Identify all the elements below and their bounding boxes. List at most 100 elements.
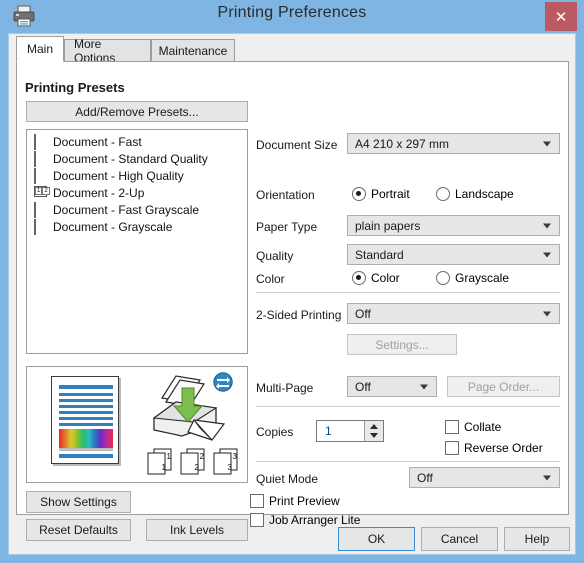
svg-text:2: 2 (200, 452, 205, 461)
divider (256, 406, 560, 407)
color-radio-grayscale[interactable]: Grayscale (436, 271, 509, 285)
document-fast-icon (34, 133, 47, 150)
orientation-radio-landscape[interactable]: Landscape (436, 187, 514, 201)
paper-type-value: plain papers (355, 218, 421, 233)
quiet-mode-label: Quiet Mode (256, 472, 319, 486)
quality-label: Quality (256, 249, 294, 263)
print-preview-box: 1 1 2 2 3 3 (26, 366, 248, 483)
orientation-landscape-label: Landscape (455, 187, 514, 201)
chevron-down-icon (543, 475, 551, 480)
ok-button[interactable]: OK (338, 527, 415, 551)
page-order-button[interactable]: Page Order... (447, 376, 560, 397)
paper-type-label: Paper Type (256, 220, 318, 234)
quiet-mode-select[interactable]: Off (409, 467, 560, 488)
radio-grayscale-icon (436, 271, 450, 285)
collate-label: Collate (464, 420, 502, 434)
list-item[interactable]: Document - High Quality (27, 167, 247, 184)
copies-spin-buttons[interactable] (364, 421, 383, 441)
list-item[interactable]: Document - Fast Grayscale (27, 201, 247, 218)
orientation-radio-portrait[interactable]: Portrait (352, 187, 410, 201)
list-item[interactable]: Document - Grayscale (27, 218, 247, 235)
copies-value: 1 (325, 424, 332, 438)
quiet-mode-value: Off (417, 470, 433, 485)
dialog-body: Main More Options Maintenance Printing P… (8, 33, 576, 555)
printing-presets-heading: Printing Presets (25, 80, 125, 95)
page-order-label: Page Order... (467, 379, 540, 394)
print-preview-checkbox[interactable]: Print Preview (250, 494, 340, 508)
document-2up-icon: 12 (34, 185, 50, 200)
reverse-order-label: Reverse Order (464, 441, 543, 455)
list-item[interactable]: Document - Fast (27, 133, 247, 150)
divider (256, 292, 560, 293)
quality-select[interactable]: Standard (347, 244, 560, 265)
copies-stepper[interactable]: 1 (316, 420, 384, 442)
help-button[interactable]: Help (504, 527, 570, 551)
list-item[interactable]: 12 Document - 2-Up (27, 184, 247, 201)
multi-page-value: Off (355, 379, 371, 394)
cancel-button[interactable]: Cancel (421, 527, 498, 551)
footer-button-bar: OK Cancel Help (9, 519, 577, 556)
chevron-down-icon (543, 223, 551, 228)
copies-label: Copies (256, 425, 294, 439)
spin-up-icon[interactable] (370, 424, 378, 429)
list-item-label: Document - 2-Up (53, 185, 145, 200)
help-label: Help (524, 532, 550, 546)
checkbox-icon (445, 441, 459, 455)
multi-page-label: Multi-Page (256, 381, 314, 395)
radio-portrait-icon (352, 187, 366, 201)
document-size-select[interactable]: A4 210 x 297 mm (347, 133, 560, 154)
printing-preferences-window: Printing Preferences ✕ Main More Options… (0, 0, 584, 563)
tab-main[interactable]: Main (16, 36, 64, 62)
document-high-quality-icon (34, 167, 47, 184)
list-item[interactable]: Document - Standard Quality (27, 150, 247, 167)
window-title: Printing Preferences (217, 4, 367, 21)
document-standard-quality-icon (34, 150, 47, 167)
svg-text:3: 3 (228, 463, 233, 472)
two-sided-settings-button[interactable]: Settings... (347, 334, 457, 355)
page-order-thumbnails: 1 1 2 2 3 3 (145, 447, 245, 477)
ok-label: OK (367, 532, 386, 546)
collate-checkbox[interactable]: Collate (445, 420, 501, 434)
show-settings-label: Show Settings (40, 495, 117, 509)
tab-more-options[interactable]: More Options (64, 37, 151, 65)
checkbox-icon (445, 420, 459, 434)
preset-list[interactable]: Document - Fast Document - Standard Qual… (26, 129, 248, 354)
chevron-down-icon (543, 141, 551, 146)
close-button[interactable]: ✕ (545, 2, 577, 31)
orientation-label: Orientation (256, 188, 315, 202)
print-preview-label: Print Preview (269, 494, 340, 508)
document-size-value: A4 210 x 297 mm (355, 136, 450, 151)
add-remove-presets-button[interactable]: Add/Remove Presets... (26, 101, 248, 122)
svg-text:3: 3 (233, 452, 238, 461)
multi-page-select[interactable]: Off (347, 376, 437, 397)
chevron-down-icon (420, 384, 428, 389)
color-color-label: Color (371, 271, 400, 285)
list-item-label: Document - Standard Quality (53, 151, 208, 166)
list-item-label: Document - Grayscale (53, 219, 173, 234)
spin-down-icon[interactable] (370, 433, 378, 438)
show-settings-button[interactable]: Show Settings (26, 491, 131, 513)
two-sided-printing-value: Off (355, 306, 371, 321)
two-sided-settings-label: Settings... (375, 337, 429, 352)
tab-strip: Main More Options Maintenance (16, 36, 569, 65)
document-fast-grayscale-icon (34, 201, 47, 218)
document-size-label: Document Size (256, 138, 338, 152)
tab-maintenance[interactable]: Maintenance (151, 39, 235, 62)
list-item-label: Document - High Quality (53, 168, 184, 183)
chevron-down-icon (543, 252, 551, 257)
divider (256, 461, 560, 462)
tab-main-label: Main (26, 42, 53, 56)
svg-text:1: 1 (162, 463, 167, 472)
chevron-down-icon (543, 311, 551, 316)
add-remove-presets-label: Add/Remove Presets... (75, 104, 199, 119)
title-bar: Printing Preferences ✕ (0, 0, 584, 33)
color-radio-color[interactable]: Color (352, 271, 400, 285)
reverse-order-checkbox[interactable]: Reverse Order (445, 441, 543, 455)
paper-type-select[interactable]: plain papers (347, 215, 560, 236)
orientation-portrait-label: Portrait (371, 187, 410, 201)
checkbox-icon (250, 494, 264, 508)
color-grayscale-label: Grayscale (455, 271, 510, 285)
two-sided-printing-select[interactable]: Off (347, 303, 560, 324)
duplex-icon (213, 372, 233, 392)
tab-maintenance-label: Maintenance (158, 43, 228, 58)
